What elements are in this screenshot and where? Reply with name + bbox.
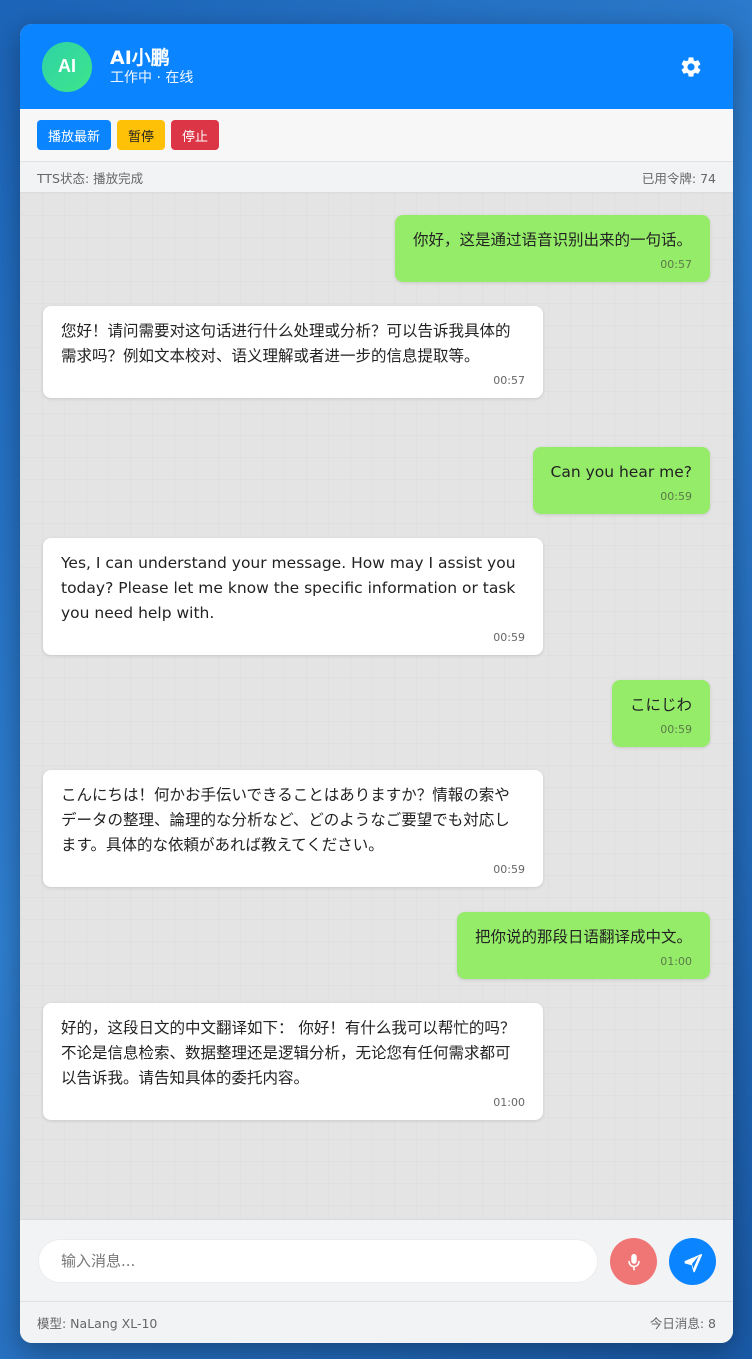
message-bot: 好的，这段日文的中文翻译如下： 你好！有什么我可以帮忙的吗？不论是信息检索、数据… xyxy=(43,1003,543,1120)
message-time: 00:59 xyxy=(493,631,525,644)
message-time: 00:57 xyxy=(493,374,525,387)
status-bar: TTS状态: 播放完成 已用令牌: 74 xyxy=(20,161,733,193)
send-button[interactable] xyxy=(669,1238,716,1285)
message-time: 00:59 xyxy=(660,723,692,736)
message-user: Can you hear me? 00:59 xyxy=(532,447,710,514)
message-input[interactable] xyxy=(38,1238,598,1283)
message-time: 01:00 xyxy=(660,955,692,968)
stop-button[interactable]: 停止 xyxy=(171,120,220,150)
avatar: AI xyxy=(42,41,92,92)
message-text: 你好，这是通过语音识别出来的一句话。 xyxy=(412,231,692,249)
pause-button[interactable]: 暂停 xyxy=(117,120,166,150)
chat-header: AI AI小鹏 工作中 · 在线 xyxy=(20,24,733,109)
message-time: 00:59 xyxy=(493,863,525,876)
message-time: 01:00 xyxy=(493,1096,525,1109)
bot-name: AI小鹏 xyxy=(110,46,170,69)
message-text: こんにちは！何かお手伝いできることはありますか？情報の索やデータの整理、論理的な… xyxy=(61,786,510,854)
chat-window: AI AI小鹏 工作中 · 在线 播放最新 暂停 停止 TTS状态: 播放完成 … xyxy=(20,24,733,1343)
footer: 模型: NaLang XL-10 今日消息: 8 xyxy=(20,1301,733,1343)
message-user: 把你说的那段日语翻译成中文。 01:00 xyxy=(456,912,710,979)
tts-status: TTS状态: 播放完成 xyxy=(37,170,144,186)
message-bot: 您好！请问需要对这句话进行什么处理或分析？可以告诉我具体的需求吗？例如文本校对、… xyxy=(43,306,543,398)
message-time: 00:57 xyxy=(660,258,692,271)
message-text: こにじわ xyxy=(629,696,692,714)
gear-icon xyxy=(681,57,701,77)
today-message-count: 今日消息: 8 xyxy=(649,1316,716,1331)
message-text: Yes, I can understand your message. How … xyxy=(61,554,516,622)
message-text: 把你说的那段日语翻译成中文。 xyxy=(474,928,692,946)
voice-input-button[interactable] xyxy=(610,1238,657,1285)
message-text: Can you hear me? xyxy=(550,463,693,481)
play-latest-button[interactable]: 播放最新 xyxy=(37,120,112,150)
message-text: 好的，这段日文的中文翻译如下： 你好！有什么我可以帮忙的吗？不论是信息检索、数据… xyxy=(61,1019,516,1087)
message-list[interactable]: 你好，这是通过语音识别出来的一句话。 00:57 您好！请问需要对这句话进行什么… xyxy=(20,193,733,1219)
title-block: AI小鹏 工作中 · 在线 xyxy=(110,47,193,87)
model-label: 模型: NaLang XL-10 xyxy=(37,1316,158,1331)
settings-button[interactable] xyxy=(679,55,703,79)
message-bot: こんにちは！何かお手伝いできることはありますか？情報の索やデータの整理、論理的な… xyxy=(43,770,543,887)
message-user: 你好，这是通过语音识别出来的一句话。 00:57 xyxy=(394,215,710,282)
message-text: 您好！请问需要对这句话进行什么处理或分析？可以告诉我具体的需求吗？例如文本校对、… xyxy=(61,322,511,365)
tts-toolbar: 播放最新 暂停 停止 xyxy=(20,109,733,161)
microphone-icon xyxy=(627,1253,640,1270)
input-bar xyxy=(20,1219,733,1301)
message-bot: Yes, I can understand your message. How … xyxy=(43,538,543,655)
bot-status: 工作中 · 在线 xyxy=(110,69,194,86)
message-time: 00:59 xyxy=(660,490,692,503)
message-user: こにじわ 00:59 xyxy=(611,680,710,747)
token-count: 已用令牌: 74 xyxy=(641,170,716,186)
send-icon xyxy=(683,1253,702,1272)
